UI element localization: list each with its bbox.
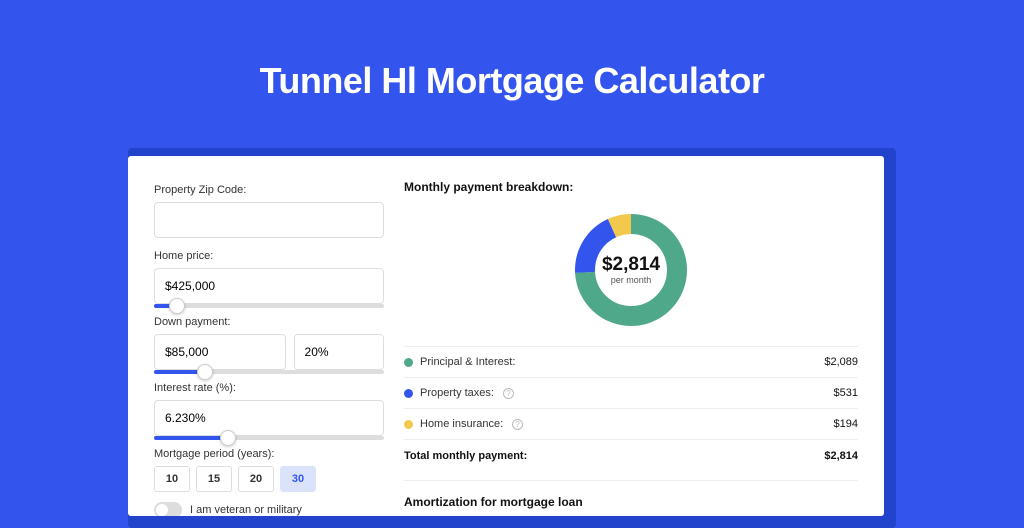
total-row: Total monthly payment: $2,814 [404,439,858,474]
home-price-input[interactable] [154,268,384,304]
veteran-toggle[interactable] [154,502,182,516]
form-column: Property Zip Code: Home price: Down paym… [154,180,394,492]
down-payment-input[interactable] [154,334,286,370]
zip-input[interactable] [154,202,384,238]
amortization-title: Amortization for mortgage loan [404,495,858,509]
amortization-section: Amortization for mortgage loan Amortizat… [404,480,858,516]
legend-value: $531 [834,387,858,399]
period-label: Mortgage period (years): [154,448,384,460]
dot-icon [404,389,413,398]
veteran-label: I am veteran or military [190,504,302,516]
toggle-knob [156,504,168,516]
help-icon[interactable]: ? [503,388,514,399]
calculator-panel: Property Zip Code: Home price: Down paym… [128,156,884,516]
legend-label: Property taxes: [420,387,494,399]
dot-icon [404,420,413,429]
donut-chart: $2,814 per month [404,200,858,340]
legend-row-insurance: Home insurance: ? $194 [404,408,858,439]
legend-row-principal: Principal & Interest: $2,089 [404,346,858,377]
down-payment-pct-input[interactable] [294,334,384,370]
donut-svg: $2,814 per month [569,208,693,332]
slider-thumb[interactable] [169,298,185,314]
down-payment-slider[interactable] [154,370,384,374]
interest-slider[interactable] [154,436,384,440]
period-option-20[interactable]: 20 [238,466,274,492]
dot-icon [404,358,413,367]
period-row: 10 15 20 30 [154,466,384,492]
total-value: $2,814 [824,450,858,462]
interest-label: Interest rate (%): [154,382,384,394]
home-price-slider[interactable] [154,304,384,308]
legend-value: $194 [834,418,858,430]
period-option-10[interactable]: 10 [154,466,190,492]
interest-input[interactable] [154,400,384,436]
legend-value: $2,089 [824,356,858,368]
period-option-15[interactable]: 15 [196,466,232,492]
donut-center-sub: per month [611,275,652,285]
period-option-30[interactable]: 30 [280,466,316,492]
slider-thumb[interactable] [220,430,236,446]
total-label: Total monthly payment: [404,450,527,462]
legend-row-taxes: Property taxes: ? $531 [404,377,858,408]
page-title: Tunnel Hl Mortgage Calculator [0,0,1024,102]
breakdown-column: Monthly payment breakdown: $2,814 per mo… [394,180,858,492]
help-icon[interactable]: ? [512,419,523,430]
down-payment-label: Down payment: [154,316,384,328]
slider-thumb[interactable] [197,364,213,380]
donut-center-amount: $2,814 [602,254,661,275]
zip-label: Property Zip Code: [154,184,384,196]
breakdown-title: Monthly payment breakdown: [404,180,858,194]
home-price-label: Home price: [154,250,384,262]
legend-label: Principal & Interest: [420,356,515,368]
legend-label: Home insurance: [420,418,503,430]
